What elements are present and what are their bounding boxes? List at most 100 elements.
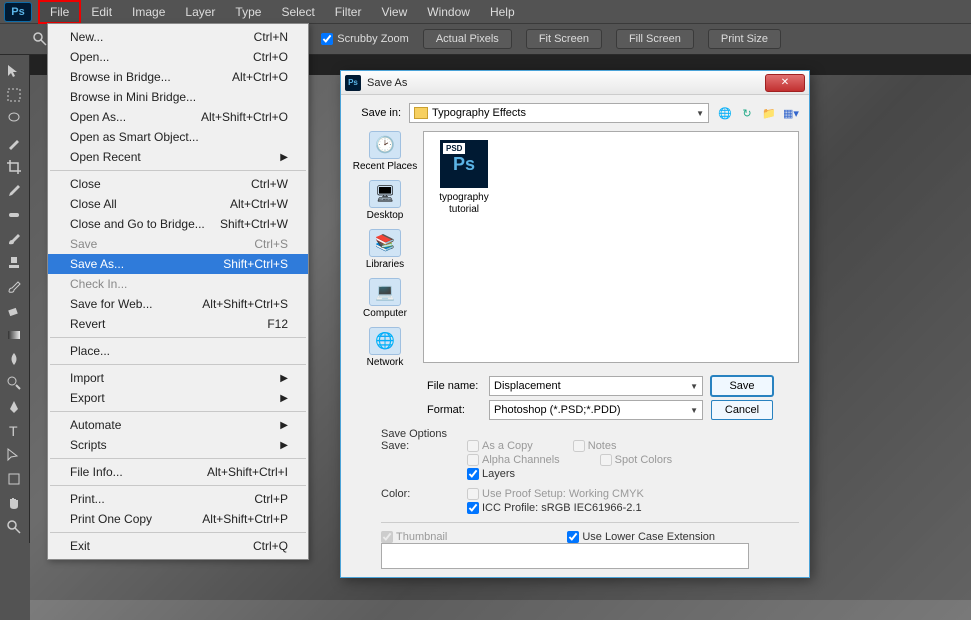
nav-view-icon[interactable]: ▦▾	[783, 105, 799, 121]
nav-newfolder-icon[interactable]: 📁	[761, 105, 777, 121]
filename-label: File name:	[427, 380, 481, 392]
heal-tool[interactable]	[0, 203, 28, 227]
eraser-tool[interactable]	[0, 299, 28, 323]
print-size-button[interactable]: Print Size	[708, 29, 781, 49]
menu-layer[interactable]: Layer	[175, 2, 225, 22]
places-bar: 🕑Recent Places 🖥Desktop 📚Libraries 💻Comp…	[351, 131, 419, 368]
menuitem-place-[interactable]: Place...	[48, 341, 308, 361]
menu-help[interactable]: Help	[480, 2, 525, 22]
alpha-checkbox[interactable]: Alpha Channels	[467, 454, 560, 466]
file-item[interactable]: Ps typography tutorial	[432, 140, 496, 216]
menuitem-print-one-copy[interactable]: Print One CopyAlt+Shift+Ctrl+P	[48, 509, 308, 529]
place-recent[interactable]: 🕑Recent Places	[353, 131, 417, 172]
place-computer[interactable]: 💻Computer	[363, 278, 407, 319]
menuitem-export[interactable]: Export▶	[48, 388, 308, 408]
crop-tool[interactable]	[0, 155, 28, 179]
menu-type[interactable]: Type	[225, 2, 271, 22]
warning-area	[381, 543, 749, 569]
menu-edit[interactable]: Edit	[81, 2, 122, 22]
app-logo: Ps	[4, 2, 32, 22]
as-copy-checkbox[interactable]: As a Copy	[467, 440, 533, 452]
path-select-tool[interactable]	[0, 443, 28, 467]
hand-tool[interactable]	[0, 491, 28, 515]
zoom-tool[interactable]	[0, 515, 28, 539]
menuitem-browse-in-bridge-[interactable]: Browse in Bridge...Alt+Ctrl+O	[48, 67, 308, 87]
menuitem-file-info-[interactable]: File Info...Alt+Shift+Ctrl+I	[48, 462, 308, 482]
menuitem-print-[interactable]: Print...Ctrl+P	[48, 489, 308, 509]
menubar: Ps File Edit Image Layer Type Select Fil…	[0, 0, 971, 23]
move-tool[interactable]	[0, 59, 28, 83]
layers-checkbox[interactable]: Layers	[467, 468, 672, 480]
format-combo[interactable]: Photoshop (*.PSD;*.PDD)▼	[489, 400, 703, 420]
menuitem-new-[interactable]: New...Ctrl+N	[48, 27, 308, 47]
filename-input[interactable]: Displacement▼	[489, 376, 703, 396]
dialog-titlebar[interactable]: Ps Save As ✕	[341, 71, 809, 95]
menuitem-scripts[interactable]: Scripts▶	[48, 435, 308, 455]
menu-window[interactable]: Window	[417, 2, 480, 22]
dodge-tool[interactable]	[0, 371, 28, 395]
menu-filter[interactable]: Filter	[325, 2, 372, 22]
cancel-button[interactable]: Cancel	[711, 400, 773, 420]
scrubby-zoom-checkbox[interactable]: Scrubby Zoom	[321, 33, 409, 45]
blur-tool[interactable]	[0, 347, 28, 371]
menu-image[interactable]: Image	[122, 2, 175, 22]
savein-label: Save in:	[351, 107, 401, 119]
lowercase-checkbox[interactable]: Use Lower Case Extension	[567, 531, 715, 543]
shape-tool[interactable]	[0, 467, 28, 491]
save-options-header: Save Options	[381, 428, 799, 440]
menuitem-save[interactable]: SaveCtrl+S	[48, 234, 308, 254]
stamp-tool[interactable]	[0, 251, 28, 275]
spot-checkbox[interactable]: Spot Colors	[600, 454, 672, 466]
pen-tool[interactable]	[0, 395, 28, 419]
wand-tool[interactable]	[0, 131, 28, 155]
place-desktop[interactable]: 🖥Desktop	[367, 180, 404, 221]
menuitem-open-recent[interactable]: Open Recent▶	[48, 147, 308, 167]
place-network[interactable]: 🌐Network	[367, 327, 404, 368]
actual-pixels-button[interactable]: Actual Pixels	[423, 29, 512, 49]
dialog-icon: Ps	[345, 75, 361, 91]
eyedropper-tool[interactable]	[0, 179, 28, 203]
file-name-label: typography tutorial	[432, 192, 496, 216]
fill-screen-button[interactable]: Fill Screen	[616, 29, 694, 49]
file-menu-dropdown: New...Ctrl+NOpen...Ctrl+OBrowse in Bridg…	[47, 23, 309, 560]
place-libraries[interactable]: 📚Libraries	[366, 229, 404, 270]
savein-combo[interactable]: Typography Effects ▼	[409, 103, 709, 123]
menu-view[interactable]: View	[371, 2, 417, 22]
gradient-tool[interactable]	[0, 323, 28, 347]
menuitem-browse-in-mini-bridge-[interactable]: Browse in Mini Bridge...	[48, 87, 308, 107]
menuitem-check-in-[interactable]: Check In...	[48, 274, 308, 294]
lasso-tool[interactable]	[0, 107, 28, 131]
menuitem-save-as-[interactable]: Save As...Shift+Ctrl+S	[48, 254, 308, 274]
file-list[interactable]: Ps typography tutorial	[423, 131, 799, 363]
menuitem-open-as-[interactable]: Open As...Alt+Shift+Ctrl+O	[48, 107, 308, 127]
menuitem-automate[interactable]: Automate▶	[48, 415, 308, 435]
thumbnail-checkbox[interactable]: Thumbnail	[381, 531, 447, 543]
menuitem-close-all[interactable]: Close AllAlt+Ctrl+W	[48, 194, 308, 214]
menuitem-revert[interactable]: RevertF12	[48, 314, 308, 334]
dialog-close-button[interactable]: ✕	[765, 74, 805, 92]
color-section-label: Color:	[381, 488, 467, 514]
icc-checkbox[interactable]: ICC Profile: sRGB IEC61966-2.1	[467, 502, 644, 514]
notes-checkbox[interactable]: Notes	[573, 440, 617, 452]
menuitem-open-[interactable]: Open...Ctrl+O	[48, 47, 308, 67]
nav-back-icon[interactable]: 🌐	[717, 105, 733, 121]
save-button[interactable]: Save	[711, 376, 773, 396]
nav-up-icon[interactable]: ↻	[739, 105, 755, 121]
menuitem-close[interactable]: CloseCtrl+W	[48, 174, 308, 194]
menu-file[interactable]: File	[38, 0, 81, 24]
zoom-tool-icon	[32, 31, 48, 47]
save-as-dialog: Ps Save As ✕ Save in: Typography Effects…	[340, 70, 810, 578]
menuitem-import[interactable]: Import▶	[48, 368, 308, 388]
marquee-tool[interactable]	[0, 83, 28, 107]
proof-checkbox[interactable]: Use Proof Setup: Working CMYK	[467, 488, 644, 500]
history-brush-tool[interactable]	[0, 275, 28, 299]
svg-text:T: T	[9, 423, 18, 439]
menuitem-close-and-go-to-bridge-[interactable]: Close and Go to Bridge...Shift+Ctrl+W	[48, 214, 308, 234]
fit-screen-button[interactable]: Fit Screen	[526, 29, 602, 49]
menuitem-exit[interactable]: ExitCtrl+Q	[48, 536, 308, 556]
menuitem-open-as-smart-object-[interactable]: Open as Smart Object...	[48, 127, 308, 147]
brush-tool[interactable]	[0, 227, 28, 251]
type-tool[interactable]: T	[0, 419, 28, 443]
menu-select[interactable]: Select	[271, 2, 324, 22]
menuitem-save-for-web-[interactable]: Save for Web...Alt+Shift+Ctrl+S	[48, 294, 308, 314]
